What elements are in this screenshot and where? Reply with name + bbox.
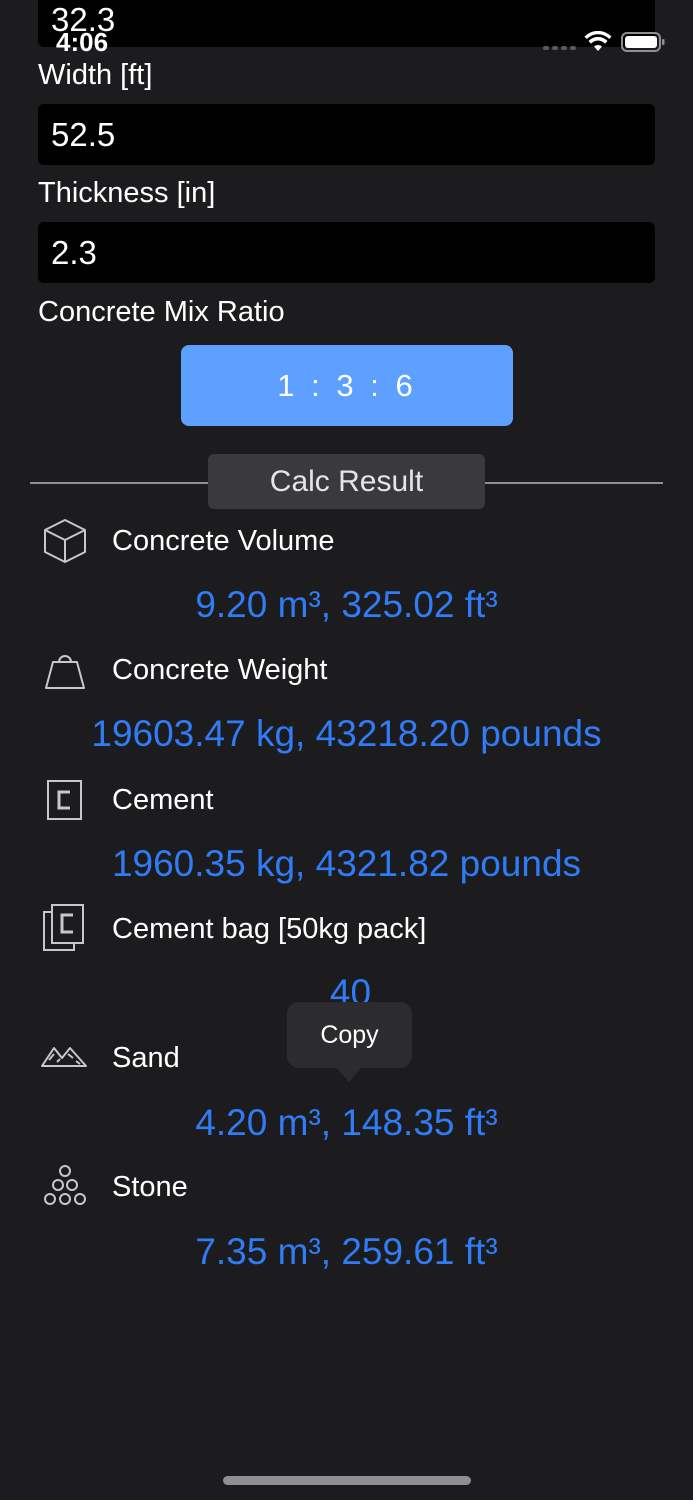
width-input[interactable]: 52.5	[38, 104, 655, 165]
width-input-value: 52.5	[51, 116, 116, 153]
divider-right	[484, 482, 663, 484]
sand-value[interactable]: 4.20 m³, 148.35 ft³	[0, 1102, 693, 1144]
weight-icon	[45, 655, 85, 689]
stone-value[interactable]: 7.35 m³, 259.61 ft³	[0, 1231, 693, 1273]
home-indicator[interactable]	[223, 1476, 471, 1485]
mix-ratio-button[interactable]: 1 : 3 : 6	[181, 345, 513, 426]
concrete-volume-label: Concrete Volume	[112, 525, 335, 557]
cube-icon	[44, 519, 86, 563]
width-label: Width [ft]	[38, 59, 153, 91]
sand-pile-icon	[41, 1047, 87, 1067]
battery-icon	[621, 32, 665, 52]
cement-icon	[47, 780, 82, 820]
calc-result-header: Calc Result	[208, 454, 485, 509]
divider-left	[30, 482, 210, 484]
thickness-label: Thickness [in]	[38, 177, 216, 209]
cellular-signal-icon	[543, 46, 576, 50]
cement-bag-icon	[43, 904, 84, 951]
sand-label: Sand	[112, 1042, 180, 1074]
thickness-input-value: 2.3	[51, 234, 97, 271]
concrete-volume-value[interactable]: 9.20 m³, 325.02 ft³	[0, 584, 693, 626]
stones-icon	[44, 1165, 86, 1205]
mix-ratio-label: Concrete Mix Ratio	[38, 296, 285, 328]
concrete-weight-label: Concrete Weight	[112, 654, 328, 686]
cement-bag-label: Cement bag [50kg pack]	[112, 913, 427, 945]
concrete-weight-value[interactable]: 19603.47 kg, 43218.20 pounds	[0, 713, 693, 755]
length-input[interactable]: 32.3	[38, 0, 655, 47]
copy-tooltip-arrow	[336, 1067, 362, 1082]
stone-label: Stone	[112, 1171, 188, 1203]
cement-value[interactable]: 1960.35 kg, 4321.82 pounds	[0, 843, 693, 885]
cement-label: Cement	[112, 784, 214, 816]
status-time: 4:06	[56, 27, 109, 57]
copy-menu-item[interactable]: Copy	[287, 1002, 412, 1068]
thickness-input[interactable]: 2.3	[38, 222, 655, 283]
wifi-icon	[584, 31, 612, 51]
